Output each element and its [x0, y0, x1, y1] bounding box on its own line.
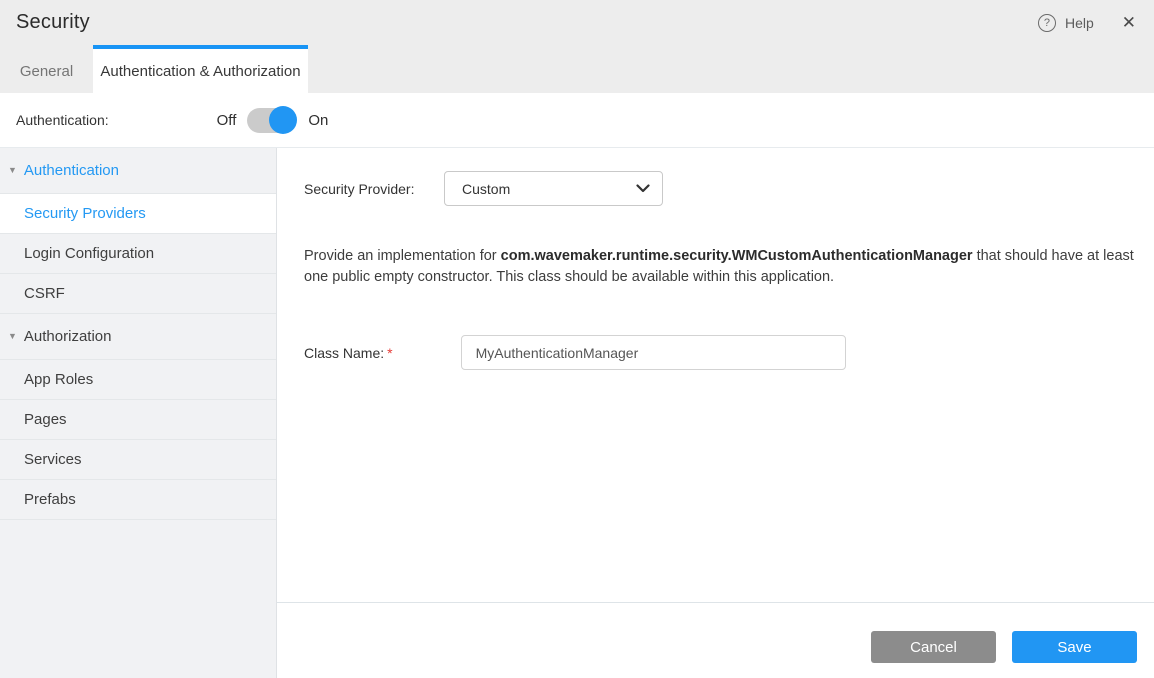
- class-name-input[interactable]: [461, 335, 846, 370]
- chevron-down-icon: [636, 184, 650, 193]
- sidebar-item-label: Security Providers: [24, 205, 146, 222]
- description-class-name: com.wavemaker.runtime.security.WMCustomA…: [501, 248, 973, 264]
- tab-general[interactable]: General: [0, 45, 93, 93]
- tab-bar: General Authentication & Authorization: [0, 45, 1154, 93]
- tab-general-label: General: [20, 63, 73, 80]
- dialog-body: ▼ Authentication Security Providers Login C…: [0, 148, 1154, 678]
- sidebar-item-csrf[interactable]: CSRF: [0, 274, 276, 314]
- toggle-on-label: On: [308, 112, 328, 129]
- class-name-row: Class Name:*: [304, 335, 1137, 370]
- content-panel: Security Provider: Custom Provide an imp…: [277, 148, 1154, 678]
- class-name-label: Class Name:*: [304, 345, 393, 361]
- sidebar-item-authentication[interactable]: ▼ Authentication: [0, 148, 276, 194]
- sidebar-item-prefabs[interactable]: Prefabs: [0, 480, 276, 520]
- security-provider-label: Security Provider:: [304, 181, 444, 197]
- footer-actions: Cancel Save: [871, 631, 1137, 663]
- authentication-toggle-row: Authentication: Off On: [0, 93, 1154, 148]
- toggle-off-label: Off: [217, 112, 237, 129]
- sidebar-item-security-providers[interactable]: Security Providers: [0, 194, 276, 234]
- triangle-expanded-icon: ▼: [8, 165, 17, 175]
- security-provider-row: Security Provider: Custom: [304, 171, 1137, 206]
- dialog-header: Security ? Help ✕: [0, 0, 1154, 45]
- sidebar-item-label: Services: [24, 451, 82, 468]
- tab-authentication-authorization[interactable]: Authentication & Authorization: [93, 45, 308, 93]
- tab-auth-label: Authentication & Authorization: [100, 63, 300, 80]
- security-dialog: Security ? Help ✕ General Authentication…: [0, 0, 1154, 678]
- sidebar-item-label: Pages: [24, 411, 67, 428]
- cancel-button[interactable]: Cancel: [871, 631, 996, 663]
- toggle-knob: [269, 106, 297, 134]
- authentication-toggle-label: Authentication:: [16, 112, 109, 128]
- sidebar-item-services[interactable]: Services: [0, 440, 276, 480]
- sidebar-item-pages[interactable]: Pages: [0, 400, 276, 440]
- close-icon[interactable]: ✕: [1122, 14, 1136, 31]
- description-prefix: Provide an implementation for: [304, 248, 501, 264]
- security-provider-select[interactable]: Custom: [444, 171, 663, 206]
- sidebar-item-label: Authorization: [24, 328, 112, 345]
- sidebar-item-app-roles[interactable]: App Roles: [0, 360, 276, 400]
- provider-description: Provide an implementation for com.wavema…: [304, 246, 1137, 288]
- help-label: Help: [1065, 15, 1094, 31]
- header-actions: ? Help ✕: [1038, 14, 1136, 32]
- help-icon: ?: [1038, 14, 1056, 32]
- sidebar-item-label: Login Configuration: [24, 245, 154, 262]
- sidebar-item-authorization[interactable]: ▼ Authorization: [0, 314, 276, 360]
- authentication-toggle-switch[interactable]: [247, 108, 296, 133]
- sidebar-item-login-configuration[interactable]: Login Configuration: [0, 234, 276, 274]
- class-name-label-text: Class Name:: [304, 345, 384, 361]
- sidebar-item-label: Authentication: [24, 162, 119, 179]
- sidebar: ▼ Authentication Security Providers Login C…: [0, 148, 277, 678]
- security-provider-selected-value: Custom: [462, 181, 510, 197]
- sidebar-item-label: App Roles: [24, 371, 93, 388]
- footer-divider: [277, 602, 1154, 603]
- sidebar-item-label: CSRF: [24, 285, 65, 302]
- triangle-expanded-icon: ▼: [8, 331, 17, 341]
- save-button[interactable]: Save: [1012, 631, 1137, 663]
- sidebar-item-label: Prefabs: [24, 491, 76, 508]
- help-button[interactable]: ? Help: [1038, 14, 1094, 32]
- required-asterisk: *: [387, 345, 392, 361]
- page-title: Security: [16, 11, 90, 34]
